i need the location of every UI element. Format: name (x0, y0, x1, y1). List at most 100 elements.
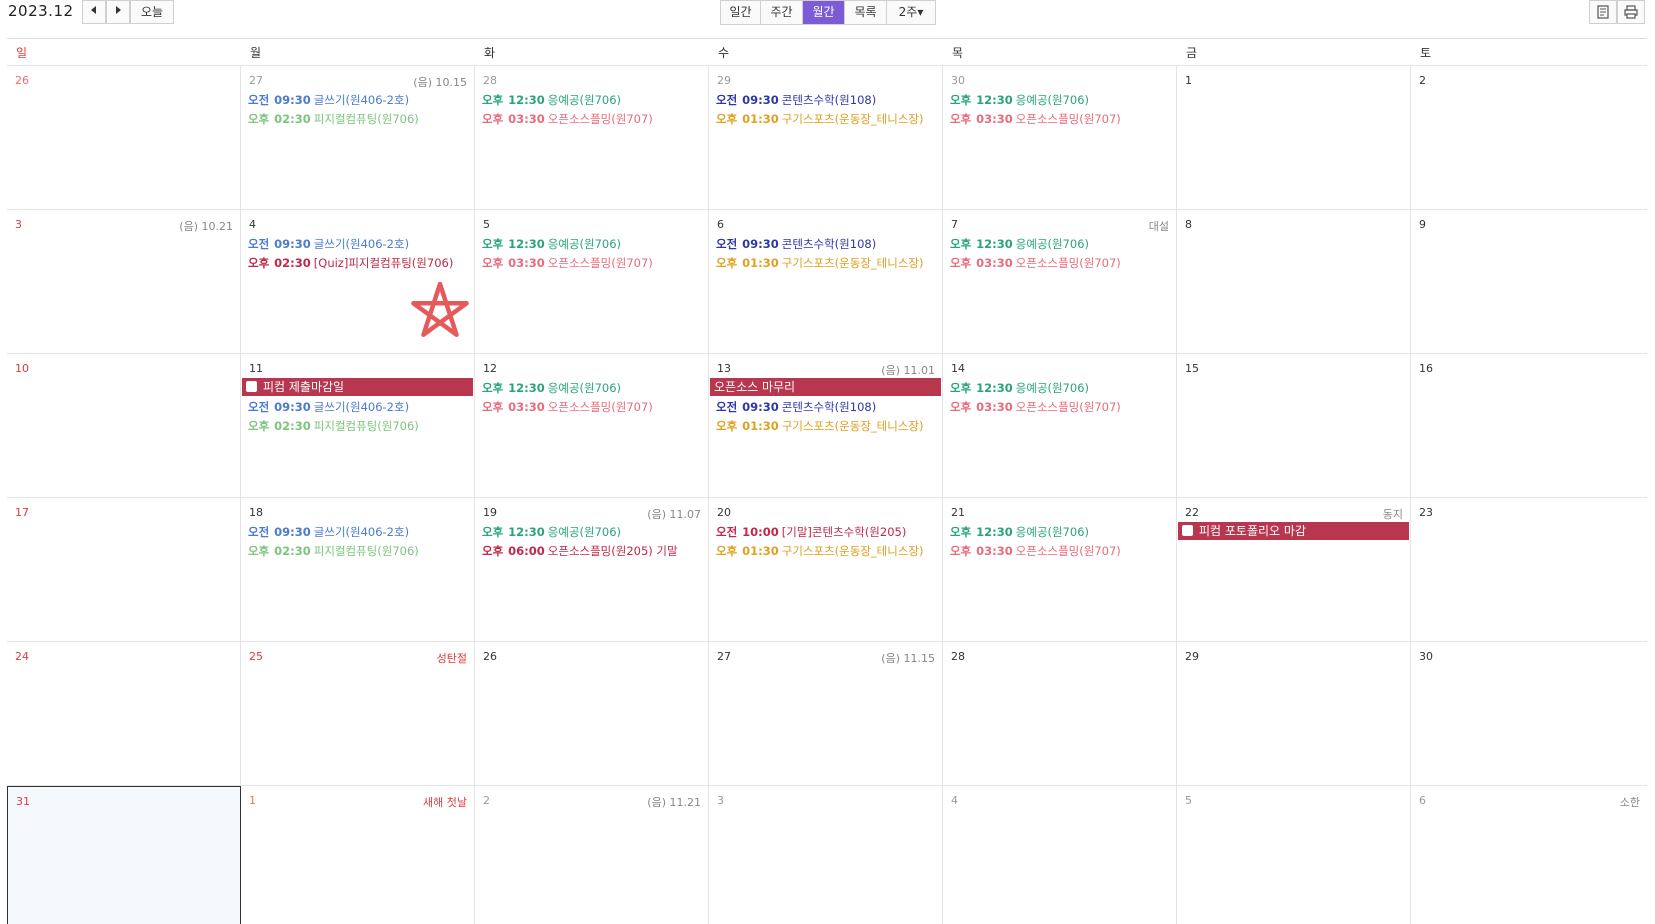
view-day-button[interactable]: 일간 (721, 1, 761, 24)
day-cell[interactable]: 30 (1411, 642, 1647, 786)
day-cell[interactable]: 19 (음) 11.07 오후 12:30 응예공(원706) 오후 06:00 오픈소스플밍… (475, 498, 709, 642)
day-annotation: 대설 (1148, 220, 1169, 233)
prev-month-button[interactable] (82, 0, 106, 24)
allday-event-bar[interactable]: 피컴 포토폴리오 마감 (1178, 522, 1409, 540)
view-month-button[interactable]: 월간 (803, 1, 845, 24)
next-month-button[interactable] (106, 0, 130, 24)
calendar-event[interactable]: 오전 09:30 글쓰기(원406-2호) (248, 235, 474, 253)
day-cell[interactable]: 10 (7, 354, 241, 498)
day-cell[interactable]: 29 오전 09:30 콘텐츠수학(원108) 오후 01:30 구기스포츠(운동장_테니스… (709, 66, 943, 210)
day-cell[interactable]: 6 소한 (1411, 786, 1647, 924)
day-cell[interactable]: 5 (1177, 786, 1411, 924)
day-cell[interactable]: 26 (7, 66, 241, 210)
calendar-event[interactable]: 오후 02:30 피지컬컴퓨팅(원706) (248, 542, 474, 560)
day-cell[interactable]: 16 (1411, 354, 1647, 498)
calendar-print-button[interactable] (1589, 0, 1617, 24)
day-cell[interactable]: 8 (1177, 210, 1411, 354)
day-cell[interactable]: 3 (709, 786, 943, 924)
allday-event-bar[interactable]: 오픈소스 마무리 (710, 378, 941, 396)
calendar-event[interactable]: 오후 03:30 오픈소스플밍(원707) (482, 110, 708, 128)
day-cell[interactable]: 15 (1177, 354, 1411, 498)
calendar-event[interactable]: 오후 03:30 오픈소스플밍(원707) (950, 542, 1176, 560)
day-cell[interactable]: 3 (음) 10.21 (7, 210, 241, 354)
view-week-button[interactable]: 주간 (761, 1, 803, 24)
day-cell[interactable]: 13 (음) 11.01 오픈소스 마무리 오전 09:30 콘텐츠수학(원108) 오후 0… (709, 354, 943, 498)
calendar-event[interactable]: 오후 01:30 구기스포츠(운동장_테니스장) (716, 417, 942, 435)
calendar-event[interactable]: 오후 02:30 피지컬컴퓨팅(원706) (248, 417, 474, 435)
day-cell[interactable]: 26 (475, 642, 709, 786)
day-cell[interactable]: 28 오후 12:30 응예공(원706) 오후 03:30 오픈소스플밍(원707) (475, 66, 709, 210)
day-cell[interactable]: 7 대설 오후 12:30 응예공(원706) 오후 03:30 오픈소스플밍(원707) (943, 210, 1177, 354)
day-cell[interactable]: 6 오전 09:30 콘텐츠수학(원108) 오후 01:30 구기스포츠(운동장_테니스장… (709, 210, 943, 354)
day-cell[interactable]: 4 오전 09:30 글쓰기(원406-2호) 오후 02:30 [Quiz]피지컬컴퓨팅(… (241, 210, 475, 354)
calendar-event[interactable]: 오후 06:00 오픈소스플밍(원205) 기말 (482, 542, 708, 560)
calendar-event[interactable]: 오후 01:30 구기스포츠(운동장_테니스장) (716, 110, 942, 128)
calendar-event[interactable]: 오후 12:30 응예공(원706) (950, 91, 1176, 109)
day-cell[interactable]: 2 (음) 11.21 (475, 786, 709, 924)
day-cell[interactable]: 27 (음) 10.15 오전 09:30 글쓰기(원406-2호) 오후 02:30 피지컬… (241, 66, 475, 210)
calendar-event[interactable]: 오전 09:30 글쓰기(원406-2호) (248, 523, 474, 541)
calendar-event[interactable]: 오후 03:30 오픈소스플밍(원707) (950, 398, 1176, 416)
event-time: 01:30 (742, 419, 779, 433)
today-button[interactable]: 오늘 (130, 0, 174, 24)
event-time: 12:30 (508, 93, 545, 107)
day-cell[interactable]: 4 (943, 786, 1177, 924)
event-ampm: 오전 (248, 400, 270, 414)
calendar-event[interactable]: 오후 12:30 응예공(원706) (482, 379, 708, 397)
calendar-event[interactable]: 오전 09:30 콘텐츠수학(원108) (716, 398, 942, 416)
calendar-event[interactable]: 오전 09:30 콘텐츠수학(원108) (716, 235, 942, 253)
allday-event-bar[interactable]: 피컴 제출마감일 (242, 378, 473, 396)
task-checkbox[interactable] (246, 381, 257, 392)
calendar-event[interactable]: 오전 09:30 글쓰기(원406-2호) (248, 91, 474, 109)
event-title: 피지컬컴퓨팅(원706) (313, 544, 419, 558)
day-number: 4 (951, 794, 958, 807)
calendar-event[interactable]: 오전 09:30 콘텐츠수학(원108) (716, 91, 942, 109)
day-cell[interactable]: 11 피컴 제출마감일 오전 09:30 글쓰기(원406-2호) 오후 02:30 피지컬컴… (241, 354, 475, 498)
calendar-event[interactable]: 오후 01:30 구기스포츠(운동장_테니스장) (716, 254, 942, 272)
day-cell[interactable]: 9 (1411, 210, 1647, 354)
day-cell[interactable]: 2 (1411, 66, 1647, 210)
calendar-event[interactable]: 오후 03:30 오픈소스플밍(원707) (950, 254, 1176, 272)
allday-event-title: 오픈소스 마무리 (714, 380, 796, 394)
calendar-event[interactable]: 오후 03:30 오픈소스플밍(원707) (482, 398, 708, 416)
view-2week-dropdown[interactable]: 2주▾ (887, 1, 935, 24)
task-checkbox[interactable] (1182, 525, 1193, 536)
calendar-event[interactable]: 오후 12:30 응예공(원706) (950, 523, 1176, 541)
calendar-event[interactable]: 오후 12:30 응예공(원706) (950, 379, 1176, 397)
day-cell[interactable]: 12 오후 12:30 응예공(원706) 오후 03:30 오픈소스플밍(원707) (475, 354, 709, 498)
event-title: 구기스포츠(운동장_테니스장) (781, 112, 924, 126)
calendar-event[interactable]: 오후 02:30 피지컬컴퓨팅(원706) (248, 110, 474, 128)
day-cell[interactable]: 17 (7, 498, 241, 642)
calendar-event[interactable]: 오전 09:30 글쓰기(원406-2호) (248, 398, 474, 416)
event-title: 응예공(원706) (1015, 237, 1090, 251)
calendar-event[interactable]: 오후 03:30 오픈소스플밍(원707) (482, 254, 708, 272)
day-cell[interactable]: 18 오전 09:30 글쓰기(원406-2호) 오후 02:30 피지컬컴퓨팅(원706) (241, 498, 475, 642)
day-cell[interactable]: 20 오전 10:00 [기말]콘텐츠수학(원205) 오후 01:30 구기스포츠(운동장… (709, 498, 943, 642)
view-list-button[interactable]: 목록 (845, 1, 887, 24)
calendar-event[interactable]: 오후 12:30 응예공(원706) (482, 235, 708, 253)
event-title: 피지컬컴퓨팅(원706) (313, 419, 419, 433)
printer-button[interactable] (1617, 0, 1645, 24)
calendar-event[interactable]: 오전 10:00 [기말]콘텐츠수학(원205) (716, 523, 942, 541)
day-cell[interactable]: 27 (음) 11.15 (709, 642, 943, 786)
calendar-event[interactable]: 오후 12:30 응예공(원706) (950, 235, 1176, 253)
day-cell[interactable]: 24 (7, 642, 241, 786)
day-cell[interactable]: 21 오후 12:30 응예공(원706) 오후 03:30 오픈소스플밍(원707) (943, 498, 1177, 642)
calendar-event[interactable]: 오후 03:30 오픈소스플밍(원707) (950, 110, 1176, 128)
day-cell-today[interactable]: 31 (7, 786, 241, 924)
event-time: 01:30 (742, 112, 779, 126)
day-cell[interactable]: 5 오후 12:30 응예공(원706) 오후 03:30 오픈소스플밍(원707) (475, 210, 709, 354)
day-cell[interactable]: 30 오후 12:30 응예공(원706) 오후 03:30 오픈소스플밍(원707) (943, 66, 1177, 210)
day-cell[interactable]: 14 오후 12:30 응예공(원706) 오후 03:30 오픈소스플밍(원707) (943, 354, 1177, 498)
day-cell[interactable]: 22 동지 피컴 포토폴리오 마감 (1177, 498, 1411, 642)
day-cell[interactable]: 29 (1177, 642, 1411, 786)
day-cell[interactable]: 28 (943, 642, 1177, 786)
calendar-event[interactable]: 오후 12:30 응예공(원706) (482, 523, 708, 541)
day-cell[interactable]: 1 (1177, 66, 1411, 210)
day-cell[interactable]: 1 새해 첫날 (241, 786, 475, 924)
calendar-event[interactable]: 오후 02:30 [Quiz]피지컬컴퓨팅(원706) (248, 254, 474, 272)
day-cell[interactable]: 23 (1411, 498, 1647, 642)
calendar-event[interactable]: 오후 01:30 구기스포츠(운동장_테니스장) (716, 542, 942, 560)
calendar-event[interactable]: 오후 12:30 응예공(원706) (482, 91, 708, 109)
day-cell[interactable]: 25 성탄절 (241, 642, 475, 786)
